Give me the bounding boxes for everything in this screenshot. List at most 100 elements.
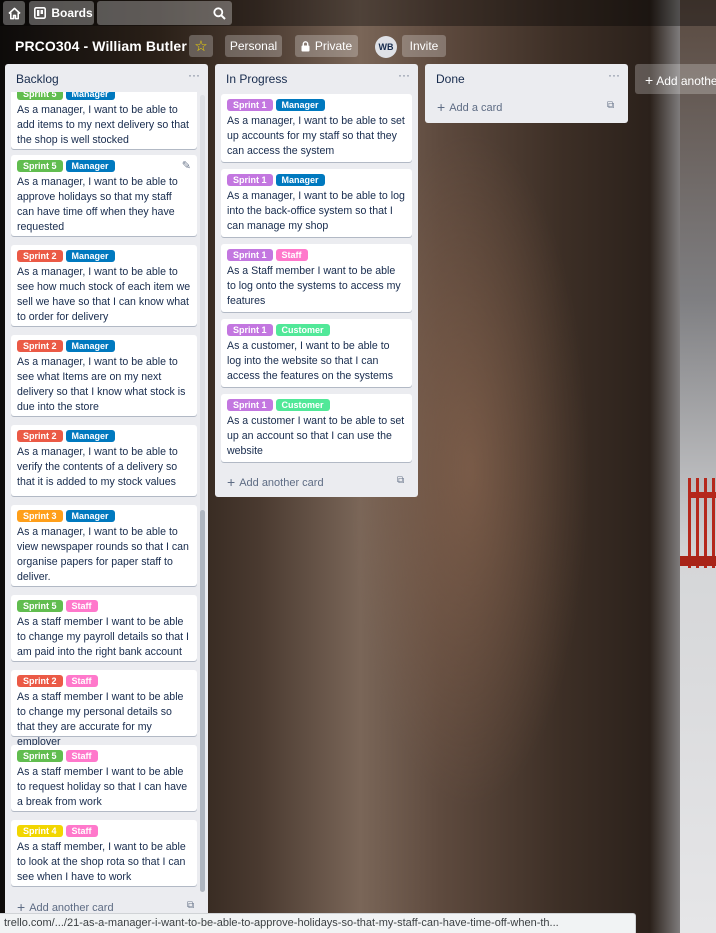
plus-icon: + (227, 474, 236, 490)
card-labels: Sprint 1 Customer (227, 399, 406, 412)
card-title: As a manager, I want to be able to see h… (17, 266, 191, 323)
plus-icon: + (645, 72, 654, 88)
card-title: As a customer, I want to be able to log … (227, 340, 394, 382)
sprint-label[interactable]: Sprint 1 (227, 174, 273, 186)
boards-button[interactable]: Boards (29, 1, 94, 25)
list-menu-button[interactable]: ··· (606, 68, 622, 84)
add-card-button[interactable]: + Add another card (227, 474, 324, 490)
card-title: As a staff member I want to be able to c… (17, 616, 189, 658)
card-title: As a manager, I want to be able to set u… (227, 115, 405, 157)
card[interactable]: Sprint 1 Customer As a customer I want to … (221, 394, 412, 462)
card-labels: Sprint 5 Staff (17, 750, 191, 763)
boards-icon (34, 7, 47, 19)
list-title[interactable]: In Progress (226, 72, 287, 86)
list-title[interactable]: Backlog (16, 72, 59, 86)
role-label[interactable]: Manager (65, 92, 115, 100)
card[interactable]: Sprint 1 Staff As a Staff member I want to… (221, 244, 412, 312)
card-template-icon[interactable]: ⧉ (607, 100, 614, 111)
card-template-icon[interactable]: ⧉ (187, 900, 194, 911)
sprint-label[interactable]: Sprint 5 (17, 600, 63, 612)
role-label[interactable]: Customer (275, 399, 330, 411)
sprint-label[interactable]: Sprint 1 (227, 249, 273, 261)
card-title: As a manager, I want to be able to see w… (17, 356, 186, 413)
team-visibility-button[interactable]: Personal (225, 35, 282, 57)
card-title: As a manager, I want to be able to appro… (17, 176, 178, 233)
card[interactable]: Sprint 5 Staff As a staff member I want to… (11, 745, 197, 811)
card[interactable]: Sprint 1 Manager As a manager, I want to b… (221, 94, 412, 162)
sprint-label[interactable]: Sprint 2 (17, 250, 63, 262)
card[interactable]: Sprint 2 Manager As a manager, I want to b… (11, 425, 197, 496)
home-button[interactable] (3, 1, 25, 25)
add-list-label: Add another list (656, 74, 716, 88)
invite-button[interactable]: Invite (402, 35, 446, 57)
list-header[interactable]: Backlog (5, 64, 208, 92)
card-labels: Sprint 4 Staff (17, 825, 191, 838)
privacy-label: Private (314, 39, 353, 53)
card[interactable]: Sprint 5 Manager As a manager, I want to b… (11, 92, 197, 149)
sprint-label[interactable]: Sprint 1 (227, 399, 273, 411)
star-button[interactable]: ☆ (189, 35, 213, 57)
role-label[interactable]: Staff (65, 825, 98, 837)
list-in-progress: In Progress ··· Sprint 1 Manager As a mana… (215, 64, 418, 497)
list-menu-button[interactable]: ··· (396, 68, 412, 84)
card-labels: Sprint 1 Manager (227, 174, 406, 187)
list-header[interactable]: Done (425, 64, 628, 92)
sprint-label[interactable]: Sprint 3 (17, 510, 63, 522)
avatar[interactable]: WB (375, 36, 397, 58)
role-label[interactable]: Manager (65, 430, 115, 442)
sprint-label[interactable]: Sprint 2 (17, 430, 63, 442)
sprint-label[interactable]: Sprint 1 (227, 324, 273, 336)
role-label[interactable]: Manager (65, 340, 115, 352)
star-icon: ☆ (194, 38, 208, 55)
status-bar-url: trello.com/.../21-as-a-manager-i-want-to… (0, 913, 636, 933)
pencil-icon[interactable]: ✎ (182, 159, 191, 172)
role-label[interactable]: Manager (275, 174, 325, 186)
card[interactable]: Sprint 2 Manager As a manager, I want to b… (11, 335, 197, 416)
sprint-label[interactable]: Sprint 5 (17, 92, 63, 100)
role-label[interactable]: Manager (65, 160, 115, 172)
card-container: Sprint 1 Manager As a manager, I want to b… (221, 94, 412, 464)
background-fog (680, 0, 716, 933)
card[interactable]: Sprint 5 Staff As a staff member I want to… (11, 595, 197, 661)
list-done: Done ··· + Add a card ⧉ (425, 64, 628, 123)
sprint-label[interactable]: Sprint 2 (17, 340, 63, 352)
card-labels: Sprint 1 Customer (227, 324, 406, 337)
list-title[interactable]: Done (436, 72, 465, 86)
card[interactable]: Sprint 5 Manager As a manager, I want to b… (11, 155, 197, 236)
add-list-button[interactable]: +Add another list (635, 64, 716, 94)
role-label[interactable]: Customer (275, 324, 330, 336)
board-title[interactable]: PRCO304 - William Butler (15, 38, 187, 54)
role-label[interactable]: Staff (275, 249, 308, 261)
role-label[interactable]: Staff (65, 675, 98, 687)
search-input[interactable] (97, 1, 232, 25)
sprint-label[interactable]: Sprint 5 (17, 750, 63, 762)
card-labels: Sprint 5 Manager (17, 160, 191, 173)
privacy-button[interactable]: Private (295, 35, 358, 57)
card[interactable]: Sprint 1 Manager As a manager, I want to b… (221, 169, 412, 237)
card-labels: Sprint 1 Manager (227, 99, 406, 112)
role-label[interactable]: Manager (65, 510, 115, 522)
role-label[interactable]: Manager (65, 250, 115, 262)
scrollbar-thumb[interactable] (200, 510, 205, 892)
sprint-label[interactable]: Sprint 1 (227, 99, 273, 111)
card-labels: Sprint 3 Manager (17, 510, 191, 523)
sprint-label[interactable]: Sprint 5 (17, 160, 63, 172)
list-menu-button[interactable]: ··· (186, 68, 202, 84)
card-title: As a manager, I want to be able to view … (17, 526, 189, 583)
role-label[interactable]: Manager (275, 99, 325, 111)
add-card-button[interactable]: + Add a card (437, 99, 502, 115)
card[interactable]: Sprint 1 Customer As a customer, I want to… (221, 319, 412, 387)
sprint-label[interactable]: Sprint 4 (17, 825, 63, 837)
list-header[interactable]: In Progress (215, 64, 418, 92)
card-title: As a manager, I want to be able to add i… (17, 104, 189, 146)
card[interactable]: Sprint 2 Staff As a staff member I want to… (11, 670, 197, 748)
role-label[interactable]: Staff (65, 600, 98, 612)
card[interactable]: Sprint 3 Manager As a manager, I want to b… (11, 505, 197, 586)
card-labels: Sprint 5 Staff (17, 600, 191, 613)
card-template-icon[interactable]: ⧉ (397, 475, 404, 486)
card[interactable]: Sprint 4 Staff As a staff member, I want t… (11, 820, 197, 886)
card[interactable]: Sprint 2 Manager As a manager, I want to b… (11, 245, 197, 326)
role-label[interactable]: Staff (65, 750, 98, 762)
home-icon (7, 7, 21, 19)
sprint-label[interactable]: Sprint 2 (17, 675, 63, 687)
